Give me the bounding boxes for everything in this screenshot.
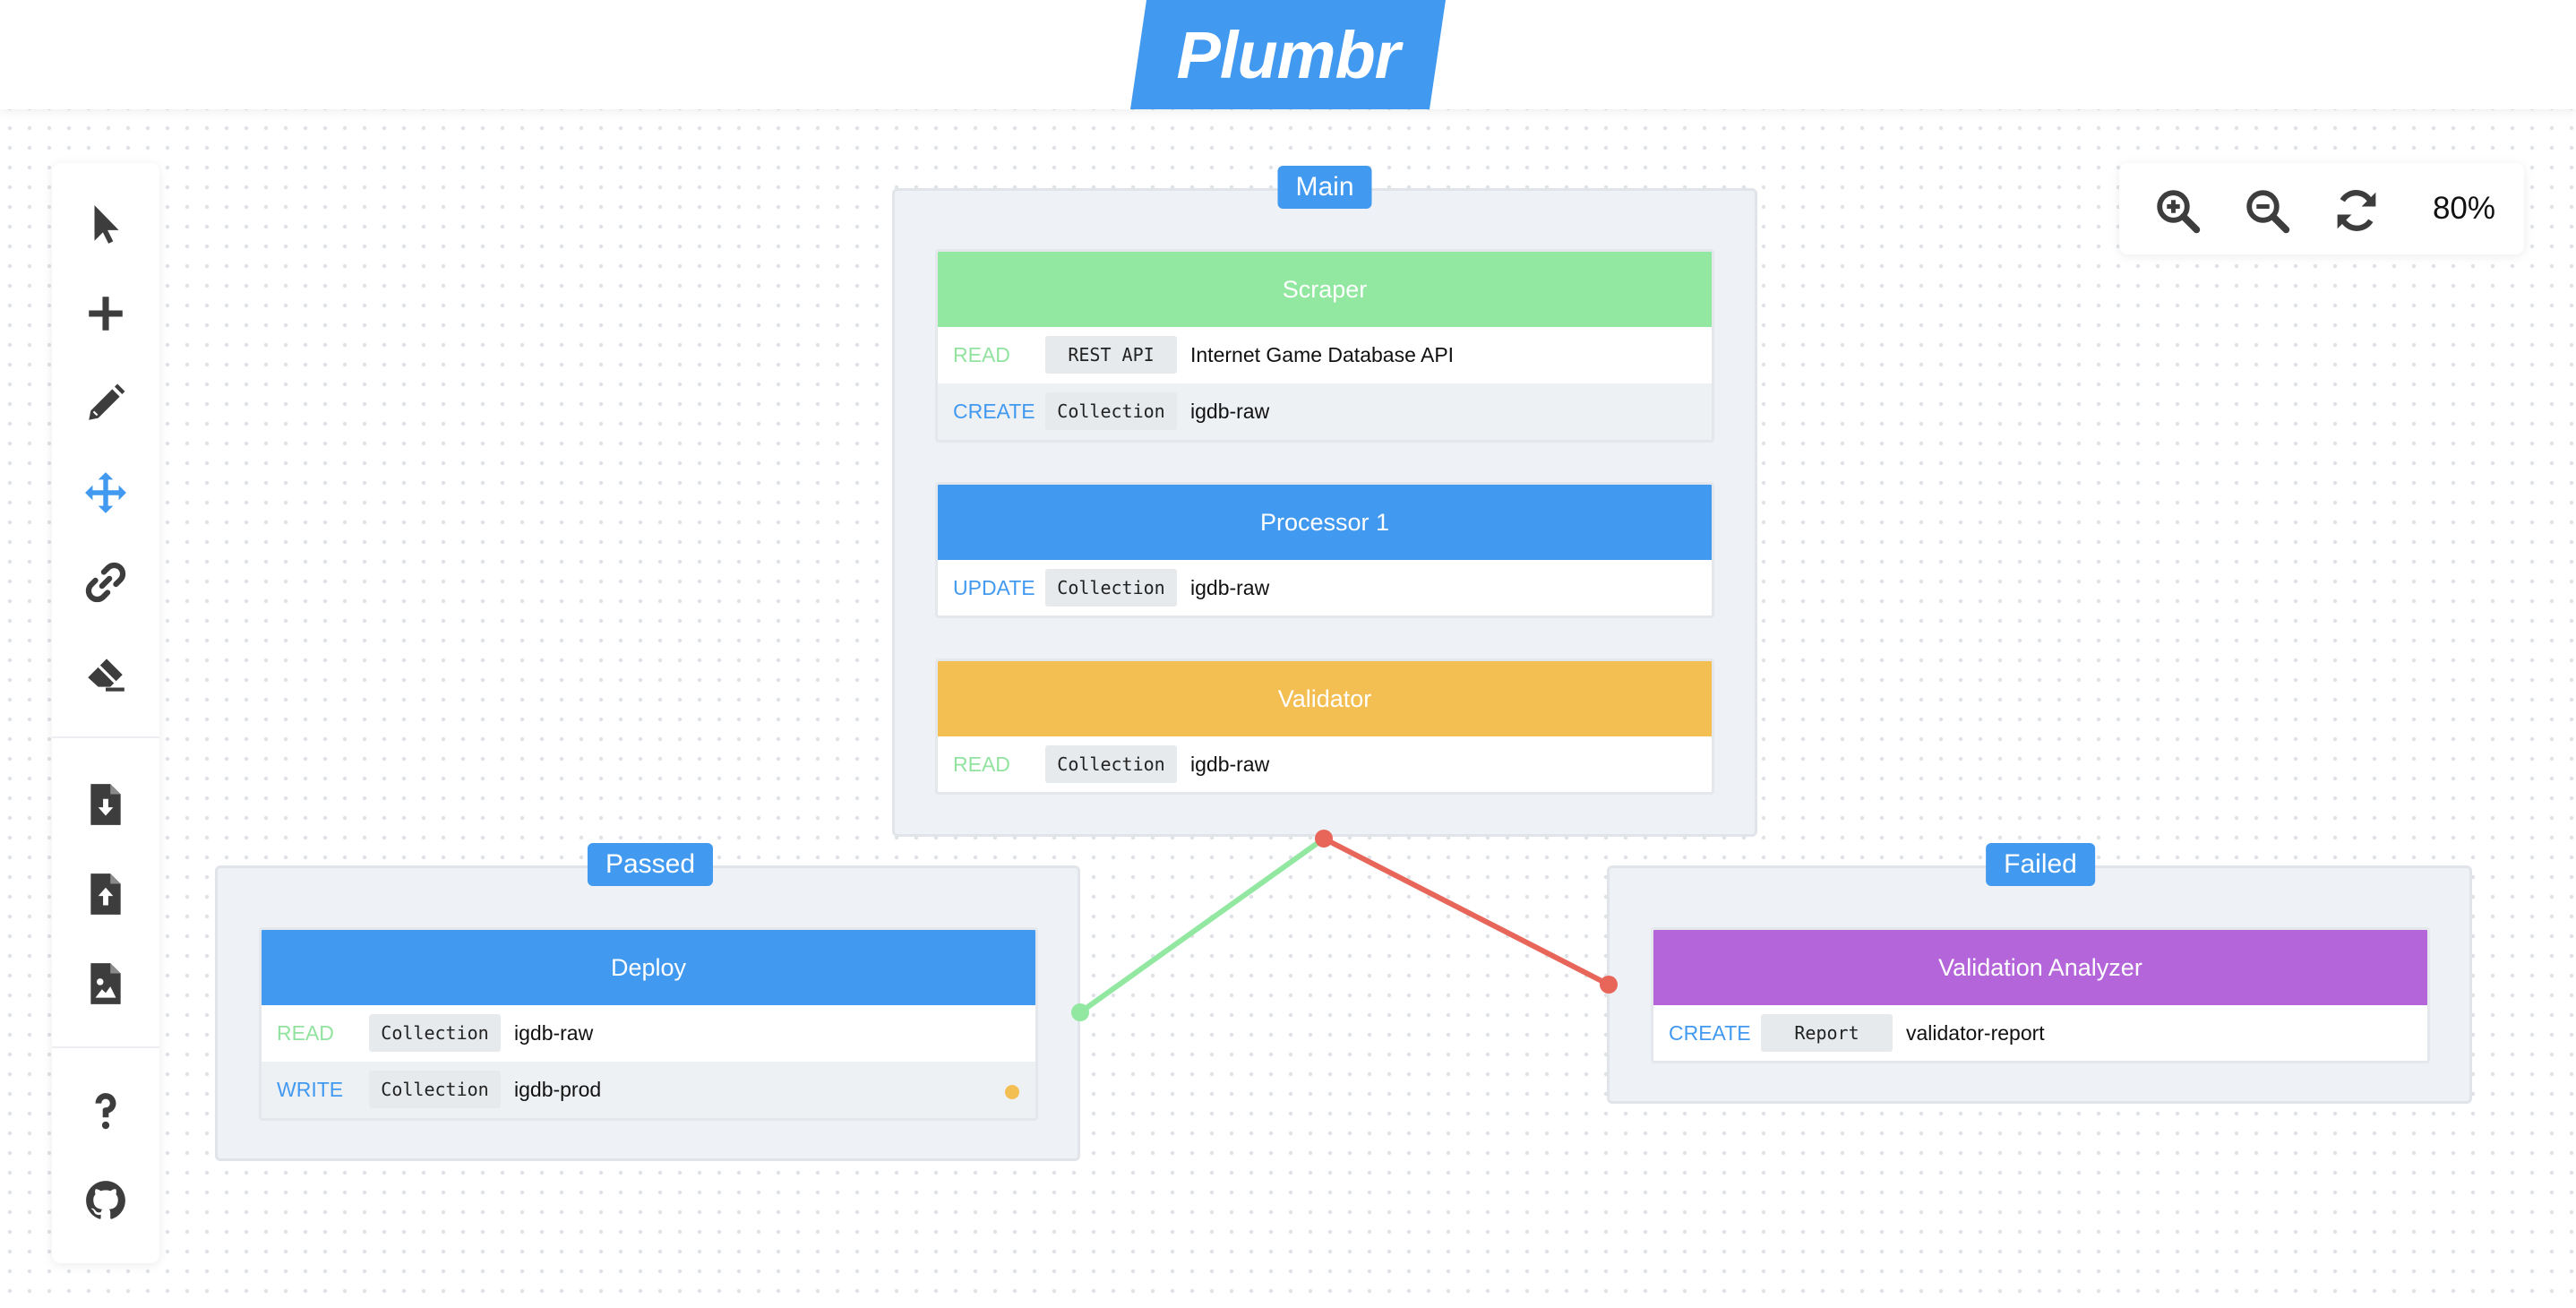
stage-card-deploy[interactable]: Deploy READ Collection igdb-raw WRITE Co… [259, 927, 1038, 1121]
resource-name: igdb-raw [1190, 576, 1270, 599]
stage-row: READ Collection igdb-raw [262, 1005, 1035, 1062]
connection-failed[interactable] [1321, 836, 1611, 987]
zoom-level: 80% [2432, 191, 2496, 226]
stage-title-deploy[interactable]: Deploy [262, 930, 1035, 1005]
file-image-icon [90, 963, 121, 1004]
group-label-main[interactable]: Main [1277, 166, 1372, 209]
stage-row: CREATE Collection igdb-raw [938, 383, 1712, 440]
resource-name: igdb-raw [1190, 753, 1270, 776]
stage-title-validation-analyzer[interactable]: Validation Analyzer [1653, 930, 2427, 1005]
zoom-out-icon [2246, 190, 2290, 234]
stage-card-processor-1[interactable]: Processor 1 UPDATE Collection igdb-raw [935, 482, 1714, 618]
resource-name: Internet Game Database API [1190, 343, 1455, 366]
zoom-out-button[interactable] [2243, 186, 2291, 235]
zoom-controls: 80% [2119, 163, 2524, 254]
zoom-in-button[interactable] [2153, 186, 2202, 235]
stage-row: UPDATE Collection igdb-raw [938, 560, 1712, 615]
operation-label: CREATE [1669, 1021, 1751, 1045]
move-tool[interactable] [52, 448, 159, 538]
resource-name: igdb-raw [1190, 400, 1270, 423]
resource-name: igdb-prod [514, 1078, 602, 1101]
group-main[interactable]: Main Scraper READ REST API Internet Game… [892, 166, 1757, 837]
resource-type-badge: REST API [1045, 336, 1177, 374]
github-link[interactable] [52, 1156, 159, 1245]
left-toolbar [52, 163, 159, 1263]
stage-row: CREATE Report validator-report [1653, 1005, 2427, 1061]
add-tool[interactable] [52, 269, 159, 358]
resource-type-badge: Collection [1045, 392, 1177, 430]
plus-icon [89, 297, 123, 331]
github-icon [86, 1181, 125, 1219]
resource-type-badge: Collection [1045, 745, 1177, 783]
export-tool[interactable] [52, 849, 159, 939]
group-passed[interactable]: Passed Deploy READ Collection igdb-raw W… [215, 843, 1080, 1161]
plumbr-logo[interactable]: Plumbr [1130, 0, 1446, 109]
pencil-icon [89, 383, 125, 420]
operation-label: READ [953, 753, 1010, 776]
stage-title-scraper[interactable]: Scraper [938, 252, 1712, 327]
link-tool[interactable] [52, 538, 159, 627]
group-label-failed[interactable]: Failed [1986, 843, 2095, 886]
eraser-icon [88, 658, 125, 692]
stage-card-validation-analyzer[interactable]: Validation Analyzer CREATE Report valida… [1651, 927, 2430, 1063]
reset-zoom-button[interactable] [2332, 186, 2381, 235]
erase-tool[interactable] [52, 627, 159, 717]
stage-row: WRITE Collection igdb-prod [262, 1062, 1035, 1118]
stage-card-scraper[interactable]: Scraper READ REST API Internet Game Data… [935, 249, 1714, 443]
export-image-tool[interactable] [52, 939, 159, 1028]
resource-name: igdb-raw [514, 1021, 594, 1045]
resource-type-badge: Collection [1045, 569, 1177, 607]
stage-row: READ Collection igdb-raw [938, 736, 1712, 792]
operation-label: WRITE [277, 1078, 344, 1101]
toolbar-divider [52, 736, 159, 738]
operation-label: READ [277, 1021, 334, 1045]
operation-label: UPDATE [953, 576, 1035, 599]
group-label-passed[interactable]: Passed [587, 843, 714, 886]
resource-type-badge: Report [1761, 1014, 1893, 1052]
question-mark-icon [95, 1093, 116, 1130]
warning-status-dot [1005, 1085, 1019, 1099]
cursor-arrow-icon [94, 205, 119, 244]
move-arrows-icon [85, 472, 126, 513]
toolbar-divider [52, 1046, 159, 1048]
stage-title-validator[interactable]: Validator [938, 661, 1712, 736]
resource-type-badge: Collection [369, 1071, 501, 1108]
select-tool[interactable] [52, 179, 159, 269]
logo-text: Plumbr [1176, 17, 1401, 92]
link-icon [85, 562, 126, 603]
stage-card-validator[interactable]: Validator READ Collection igdb-raw [935, 658, 1714, 795]
file-download-icon [90, 784, 121, 825]
file-upload-icon [90, 873, 121, 915]
stage-row: READ REST API Internet Game Database API [938, 327, 1712, 383]
resource-name: validator-report [1906, 1021, 2045, 1045]
operation-label: CREATE [953, 400, 1035, 423]
connection-passed[interactable] [1078, 836, 1327, 1015]
operation-label: READ [953, 343, 1010, 366]
reset-refresh-icon [2337, 190, 2376, 231]
import-tool[interactable] [52, 760, 159, 849]
stage-title-processor-1[interactable]: Processor 1 [938, 485, 1712, 560]
group-failed[interactable]: Failed Validation Analyzer CREATE Report… [1607, 843, 2472, 1104]
resource-type-badge: Collection [369, 1014, 501, 1052]
help-tool[interactable] [52, 1066, 159, 1156]
edit-tool[interactable] [52, 358, 159, 448]
app-header: Plumbr [0, 0, 2576, 109]
zoom-in-icon [2157, 190, 2201, 234]
